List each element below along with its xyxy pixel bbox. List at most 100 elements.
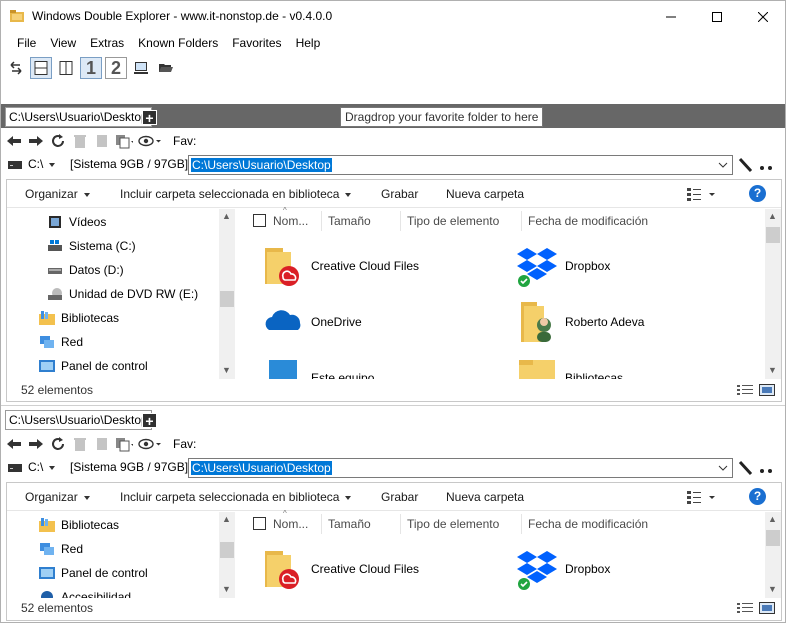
- tree-item-control-panel[interactable]: Panel de control: [39, 355, 148, 377]
- tab-top-pane[interactable]: C:\Users\Usuario\Desktop: [5, 107, 152, 127]
- tree-scrollbar[interactable]: ▲ ▼: [219, 512, 235, 598]
- help-button[interactable]: ?: [749, 488, 766, 505]
- menu-known-folders[interactable]: Known Folders: [131, 34, 225, 53]
- more-icon[interactable]: [759, 468, 775, 474]
- tree-item-videos[interactable]: Vídeos: [47, 211, 106, 233]
- change-view-icon[interactable]: [687, 490, 717, 504]
- refresh-button[interactable]: [49, 435, 67, 453]
- scroll-up-icon[interactable]: ▲: [768, 514, 777, 524]
- open-folder-button[interactable]: [155, 57, 177, 79]
- more-icon[interactable]: [759, 165, 775, 171]
- path-input[interactable]: C:\Users\Usuario\Desktop: [188, 155, 733, 175]
- refresh-button[interactable]: [49, 132, 67, 150]
- tab-bottom-pane[interactable]: C:\Users\Usuario\Desktop: [5, 410, 152, 430]
- burn-button[interactable]: Grabar: [381, 187, 418, 201]
- tree-item-libraries[interactable]: Bibliotecas: [39, 307, 119, 329]
- maximize-button[interactable]: [694, 1, 740, 32]
- path-input[interactable]: C:\Users\Usuario\Desktop: [188, 458, 733, 478]
- drive-selector[interactable]: C:\: [28, 157, 56, 171]
- scroll-up-icon[interactable]: ▲: [222, 514, 231, 524]
- paste-button[interactable]: [115, 132, 133, 150]
- tree-item-system-c[interactable]: Sistema (C:): [47, 235, 136, 257]
- item-dropbox[interactable]: Dropbox: [515, 242, 610, 290]
- delete-button[interactable]: [71, 435, 89, 453]
- burn-button[interactable]: Grabar: [381, 490, 418, 504]
- pane-divider[interactable]: [1, 405, 785, 406]
- menu-help[interactable]: Help: [289, 34, 328, 53]
- item-onedrive[interactable]: OneDrive: [261, 298, 362, 346]
- add-tab-top-button[interactable]: +: [142, 110, 157, 125]
- details-view-icon[interactable]: [737, 384, 753, 396]
- help-button[interactable]: ?: [749, 185, 766, 202]
- menu-view[interactable]: View: [43, 34, 83, 53]
- menu-extras[interactable]: Extras: [83, 34, 131, 53]
- chevron-down-icon[interactable]: [717, 462, 729, 474]
- tree-item-dvd-e[interactable]: Unidad de DVD RW (E:): [47, 283, 198, 305]
- preview-button[interactable]: [137, 132, 163, 150]
- scroll-down-icon[interactable]: ▼: [222, 584, 231, 594]
- items-scrollbar[interactable]: ▲ ▼: [765, 209, 781, 379]
- tree-item-network[interactable]: Red: [39, 538, 83, 560]
- drive-selector[interactable]: C:\: [28, 460, 56, 474]
- column-type[interactable]: Tipo de elemento: [407, 214, 499, 228]
- column-name[interactable]: Nom...: [273, 517, 308, 531]
- column-name[interactable]: Nom...: [273, 214, 308, 228]
- add-tab-bottom-button[interactable]: +: [142, 413, 157, 428]
- item-creative-cloud-files[interactable]: Creative Cloud Files: [261, 242, 419, 290]
- select-all-checkbox[interactable]: [253, 517, 266, 530]
- computer-button[interactable]: [130, 57, 152, 79]
- new-folder-button[interactable]: Nueva carpeta: [446, 490, 524, 504]
- item-creative-cloud-files[interactable]: Creative Cloud Files: [261, 545, 419, 593]
- copy-button[interactable]: [93, 132, 111, 150]
- menu-favorites[interactable]: Favorites: [225, 34, 288, 53]
- item-this-pc[interactable]: Este equipo: [261, 354, 374, 379]
- scroll-down-icon[interactable]: ▼: [768, 584, 777, 594]
- change-view-icon[interactable]: [687, 187, 717, 201]
- column-date[interactable]: Fecha de modificación: [528, 517, 648, 531]
- select-all-checkbox[interactable]: [253, 214, 266, 227]
- column-size[interactable]: Tamaño: [328, 214, 371, 228]
- column-size[interactable]: Tamaño: [328, 517, 371, 531]
- minimize-button[interactable]: [648, 1, 694, 32]
- organize-button[interactable]: Organizar: [25, 490, 90, 504]
- tree-item-network[interactable]: Red: [39, 331, 83, 353]
- pencil-icon[interactable]: [738, 157, 752, 173]
- column-date[interactable]: Fecha de modificación: [528, 214, 648, 228]
- organize-button[interactable]: Organizar: [25, 187, 90, 201]
- back-button[interactable]: [5, 132, 23, 150]
- swap-panes-button[interactable]: [5, 57, 27, 79]
- new-folder-button[interactable]: Nueva carpeta: [446, 187, 524, 201]
- menu-file[interactable]: File: [1, 34, 43, 53]
- paste-button[interactable]: [115, 435, 133, 453]
- tree-item-control-panel[interactable]: Panel de control: [39, 562, 148, 584]
- tree-item-accessibility[interactable]: Accesibilidad: [39, 586, 131, 598]
- scroll-down-icon[interactable]: ▼: [222, 365, 231, 375]
- items-scroll-thumb[interactable]: [766, 530, 780, 546]
- single-pane-2-button[interactable]: 2: [105, 57, 127, 79]
- include-library-button[interactable]: Incluir carpeta seleccionada en bibliote…: [120, 187, 352, 201]
- back-button[interactable]: [5, 435, 23, 453]
- horizontal-split-button[interactable]: [30, 57, 52, 79]
- column-type[interactable]: Tipo de elemento: [407, 517, 499, 531]
- tree-item-libraries[interactable]: Bibliotecas: [39, 514, 119, 536]
- tree-scroll-thumb[interactable]: [220, 542, 234, 558]
- vertical-split-button[interactable]: [55, 57, 77, 79]
- include-library-button[interactable]: Incluir carpeta seleccionada en bibliote…: [120, 490, 352, 504]
- forward-button[interactable]: [27, 435, 45, 453]
- tree-scroll-thumb[interactable]: [220, 291, 234, 307]
- item-roberto-adeva[interactable]: Roberto Adeva: [515, 298, 644, 346]
- scroll-down-icon[interactable]: ▼: [768, 365, 777, 375]
- item-dropbox[interactable]: Dropbox: [515, 545, 610, 593]
- scroll-up-icon[interactable]: ▲: [222, 211, 231, 221]
- close-button[interactable]: [740, 1, 785, 32]
- copy-button[interactable]: [93, 435, 111, 453]
- tree-item-data-d[interactable]: Datos (D:): [47, 259, 124, 281]
- details-view-icon[interactable]: [737, 602, 753, 614]
- large-icons-view-icon[interactable]: [759, 602, 775, 614]
- items-scrollbar[interactable]: ▲ ▼: [765, 512, 781, 598]
- scroll-up-icon[interactable]: ▲: [768, 211, 777, 221]
- pencil-icon[interactable]: [738, 460, 752, 476]
- large-icons-view-icon[interactable]: [759, 384, 775, 396]
- single-pane-1-button[interactable]: 1: [80, 57, 102, 79]
- preview-button[interactable]: [137, 435, 163, 453]
